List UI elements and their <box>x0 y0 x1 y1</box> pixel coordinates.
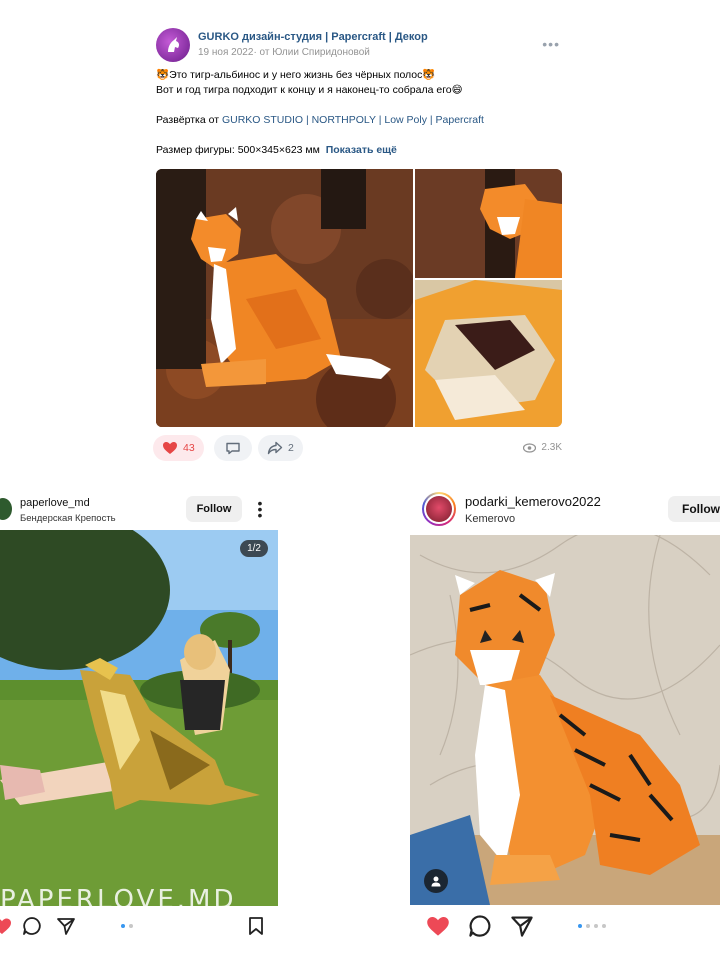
share-count: 2 <box>288 442 294 454</box>
eye-icon <box>523 442 537 453</box>
username[interactable]: podarki_kemerovo2022 <box>465 494 601 509</box>
post-actions: 43 2 2.3K <box>153 435 564 463</box>
follow-button[interactable]: Follow <box>668 496 720 522</box>
post-meta: 19 ноя 2022· от Юлии Спиридоновой <box>198 47 370 58</box>
photo-grid <box>156 169 562 427</box>
studio-link[interactable]: GURKO STUDIO | NORTHPOLY | Low Poly | Pa… <box>222 114 484 126</box>
action-bar <box>410 912 720 940</box>
carousel-dots <box>578 924 606 928</box>
photo-top-right[interactable] <box>415 169 562 278</box>
watermark: PAPERLOVE.MD <box>0 885 237 906</box>
kebab-icon[interactable]: • • • <box>256 496 264 522</box>
post-line-1: 🐯Это тигр-альбинос и у него жизнь без чё… <box>156 69 436 81</box>
views-counter: 2.3K <box>523 442 562 453</box>
like-button[interactable]: 43 <box>153 435 204 461</box>
line3-prefix: Развёртка от <box>156 114 222 126</box>
comment-icon[interactable] <box>22 916 42 936</box>
post-date[interactable]: 19 ноя 2022 <box>198 47 253 58</box>
like-count: 43 <box>183 442 195 454</box>
show-more-link[interactable]: Показать ещё <box>326 144 397 156</box>
group-name[interactable]: GURKO дизайн-студия | Papercraft | Декор <box>198 31 428 43</box>
heart-icon <box>163 442 177 454</box>
author-prefix: · от <box>253 47 273 58</box>
avatar[interactable] <box>0 498 12 520</box>
share-button[interactable]: 2 <box>258 435 303 461</box>
post-author[interactable]: Юлии Спиридоновой <box>272 47 370 58</box>
photo-main[interactable] <box>156 169 413 427</box>
action-bar <box>0 914 278 938</box>
post-line-2: Вот и год тигра подходит к концу и я нак… <box>156 84 463 96</box>
follow-button[interactable]: Follow <box>186 496 242 522</box>
size-text: Размер фигуры: 500×345×623 мм <box>156 144 320 156</box>
bookmark-icon[interactable] <box>246 916 266 936</box>
group-avatar[interactable] <box>156 28 190 62</box>
carousel-dots <box>121 924 133 928</box>
comment-icon <box>226 442 240 455</box>
post-line-4: Размер фигуры: 500×345×623 мм Показать е… <box>156 143 564 158</box>
comment-button[interactable] <box>214 435 252 461</box>
send-icon[interactable] <box>56 916 76 936</box>
location[interactable]: Kemerovo <box>465 513 515 525</box>
instagram-post-left: paperlove_md Бендерская Крепость Follow … <box>0 490 278 960</box>
photo-bottom-right[interactable] <box>415 280 562 427</box>
post-line-3: Развёртка от GURKO STUDIO | NORTHPOLY | … <box>156 113 564 128</box>
image-counter: 1/2 <box>240 540 268 557</box>
heart-icon[interactable] <box>0 916 12 936</box>
heart-icon[interactable] <box>426 914 450 938</box>
post-photo[interactable]: 1/2 PAPERLOVE.MD <box>0 530 278 906</box>
share-icon <box>267 441 283 455</box>
comment-icon[interactable] <box>468 914 492 938</box>
instagram-post-right: podarki_kemerovo2022 Kemerovo Follow <box>410 490 720 960</box>
send-icon[interactable] <box>510 914 534 938</box>
dragon-logo-icon <box>168 37 180 52</box>
username[interactable]: paperlove_md <box>20 497 90 509</box>
person-tag-icon[interactable] <box>424 869 448 893</box>
more-icon[interactable]: ••• <box>542 36 560 52</box>
post-text: 🐯Это тигр-альбинос и у него жизнь без чё… <box>156 68 564 158</box>
avatar[interactable] <box>422 492 456 526</box>
location[interactable]: Бендерская Крепость <box>20 513 116 524</box>
view-count: 2.3K <box>541 442 562 453</box>
post-photo[interactable] <box>410 535 720 905</box>
